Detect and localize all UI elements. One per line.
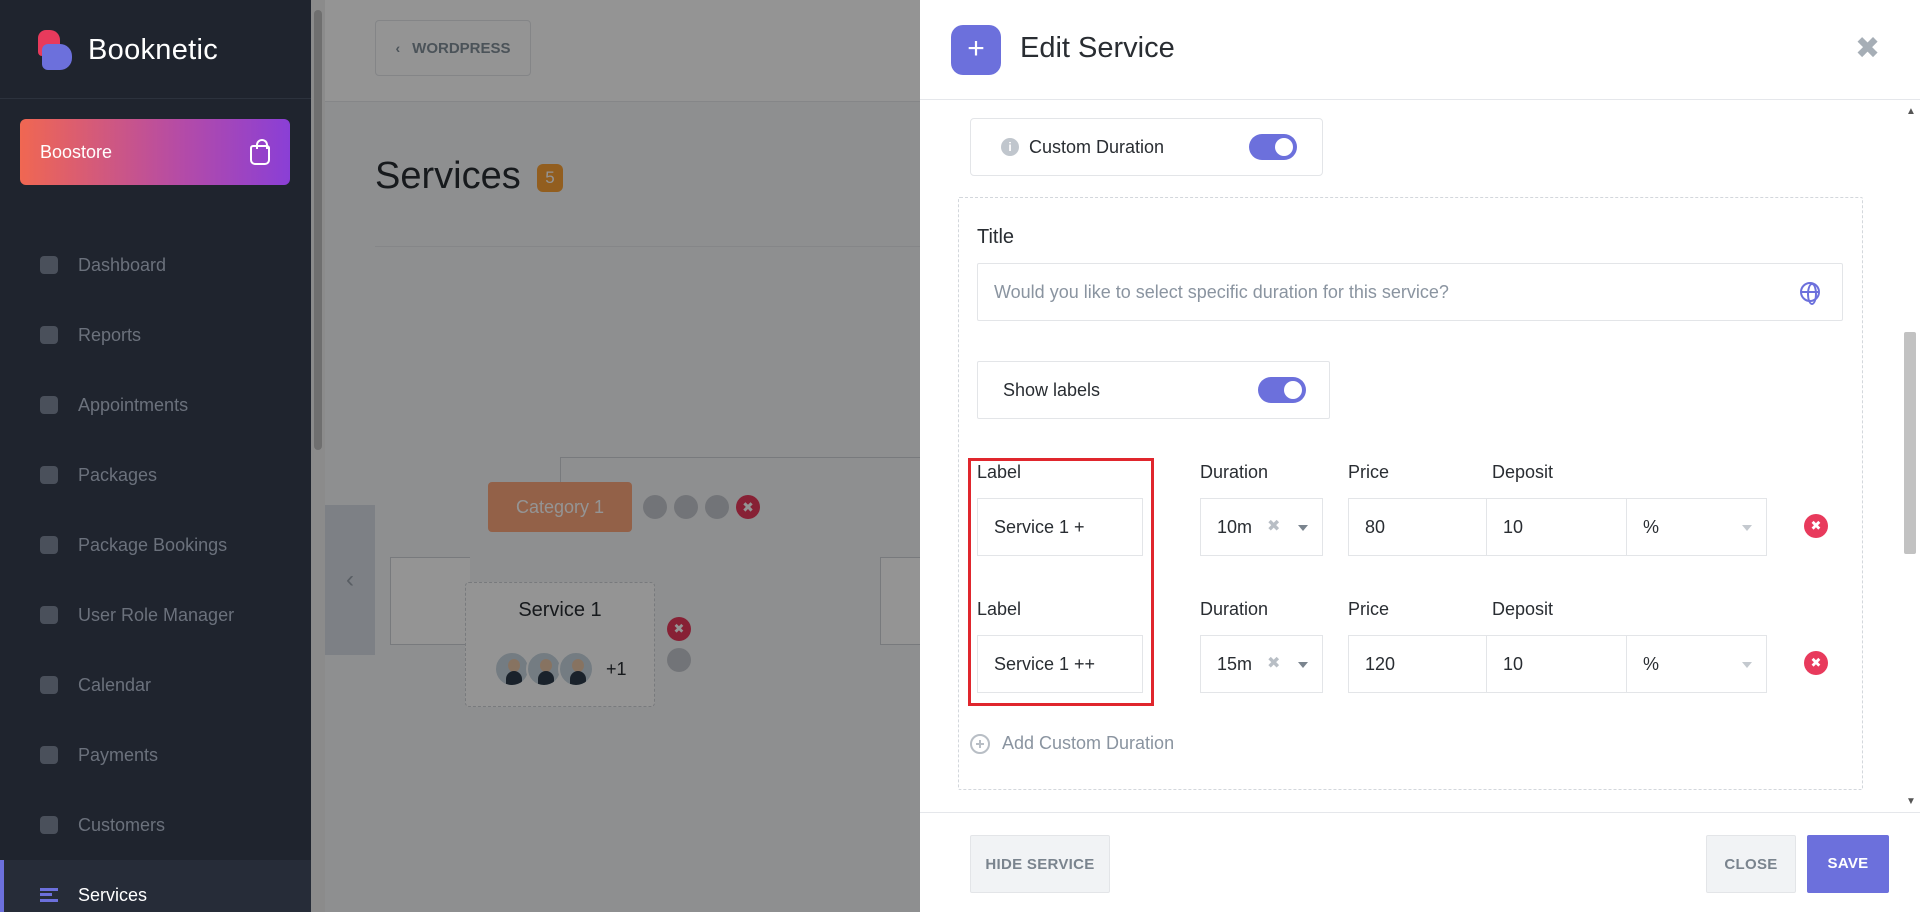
plus-icon: + [951, 25, 1001, 75]
remove-row-icon[interactable]: ✖ [1804, 514, 1828, 538]
hide-service-button[interactable]: HIDE SERVICE [970, 835, 1110, 893]
sidebar-item-package-bookings[interactable]: Package Bookings [0, 510, 311, 580]
chevron-down-icon [1298, 525, 1308, 531]
price-input[interactable]: 80 [1348, 498, 1487, 556]
boostore-label: Boostore [40, 141, 113, 162]
clear-icon[interactable]: ✖ [1267, 499, 1280, 555]
label-column-highlight [968, 458, 1154, 706]
add-custom-duration-label: Add Custom Duration [1002, 733, 1175, 753]
app-name: Booknetic [88, 33, 219, 66]
boostore-button[interactable]: Boostore [20, 119, 290, 185]
scroll-down-icon[interactable]: ▼ [1906, 796, 1916, 807]
close-icon[interactable]: ✖ [1855, 34, 1880, 64]
deposit-type-value: % [1643, 517, 1660, 537]
info-icon: i [1001, 138, 1019, 156]
chevron-down-icon [1742, 662, 1752, 668]
box-open-icon [40, 536, 58, 554]
boxes-icon [40, 466, 58, 484]
sidebar-item-label: Customers [78, 814, 166, 835]
logo[interactable]: Booknetic [38, 30, 218, 70]
cube-icon [40, 256, 58, 274]
deposit-type-select[interactable]: % [1626, 635, 1767, 693]
list-icon [40, 888, 58, 902]
sidebar-item-label: Services [78, 884, 148, 905]
modal-title: Edit Service [1020, 32, 1175, 64]
show-labels-toggle-box: Show labels [977, 361, 1330, 419]
price-input[interactable]: 120 [1348, 635, 1487, 693]
custom-duration-toggle[interactable] [1249, 134, 1297, 160]
save-button[interactable]: SAVE [1807, 835, 1889, 893]
chevron-down-icon [1742, 525, 1752, 531]
duration-select[interactable]: 10m ✖ [1200, 498, 1323, 556]
sidebar-item-user-role-manager[interactable]: User Role Manager [0, 580, 311, 650]
remove-row-icon[interactable]: ✖ [1804, 651, 1828, 675]
calendar-icon [40, 676, 58, 694]
title-input[interactable]: Would you like to select specific durati… [977, 263, 1843, 321]
sidebar-item-services[interactable]: Services [0, 860, 311, 912]
chevron-down-icon [1298, 662, 1308, 668]
duration-select[interactable]: 15m ✖ [1200, 635, 1323, 693]
duration-column-label: Duration [1200, 599, 1269, 619]
wallet-icon [40, 746, 58, 764]
sidebar-item-appointments[interactable]: Appointments [0, 370, 311, 440]
duration-value: 10m [1217, 517, 1253, 537]
deposit-type-value: % [1643, 654, 1660, 674]
plus-circle-icon [970, 733, 990, 754]
globe-icon[interactable] [1800, 282, 1820, 305]
sidebar-item-reports[interactable]: Reports [0, 300, 311, 370]
shopping-bag-icon [250, 139, 270, 165]
modal-footer: HIDE SERVICE CLOSE SAVE [920, 812, 1920, 912]
price-column-label: Price [1348, 462, 1390, 482]
edit-service-modal: + Edit Service ✖ i Custom Duration Title… [920, 0, 1920, 912]
deposit-type-select[interactable]: % [1626, 498, 1767, 556]
users-icon [40, 816, 58, 834]
scroll-up-icon[interactable]: ▲ [1906, 106, 1916, 117]
sidebar-item-label: Package Bookings [78, 534, 228, 555]
sidebar: Booknetic Boostore Dashboard Reports App… [0, 0, 311, 912]
modal-header: + Edit Service ✖ [920, 0, 1920, 100]
deposit-input[interactable]: 10 [1486, 635, 1627, 693]
sidebar-item-label: Appointments [78, 394, 189, 415]
show-labels-label: Show labels [1003, 380, 1101, 400]
sidebar-item-label: Reports [78, 324, 142, 345]
price-column-label: Price [1348, 599, 1390, 619]
add-custom-duration-button[interactable]: Add Custom Duration [970, 733, 1174, 754]
user-plus-icon [40, 606, 58, 624]
clock-icon [40, 396, 58, 414]
sidebar-item-customers[interactable]: Customers [0, 790, 311, 860]
sidebar-nav: Dashboard Reports Appointments Packages … [0, 230, 311, 912]
sidebar-item-label: User Role Manager [78, 604, 235, 625]
modal-scrollbar-thumb[interactable] [1904, 332, 1916, 554]
modal-backdrop[interactable] [311, 0, 920, 912]
sidebar-item-packages[interactable]: Packages [0, 440, 311, 510]
sidebar-item-label: Payments [78, 744, 159, 765]
sidebar-item-label: Dashboard [78, 254, 167, 275]
chart-icon [40, 326, 58, 344]
sidebar-item-payments[interactable]: Payments [0, 720, 311, 790]
booknetic-logo-icon [38, 30, 74, 70]
deposit-column-label: Deposit [1492, 599, 1554, 619]
custom-duration-toggle-box: i Custom Duration [970, 118, 1323, 176]
sidebar-item-label: Calendar [78, 674, 152, 695]
sidebar-divider [0, 98, 311, 99]
sidebar-item-calendar[interactable]: Calendar [0, 650, 311, 720]
duration-column-label: Duration [1200, 462, 1269, 482]
modal-body: i Custom Duration Title Would you like t… [920, 100, 1920, 812]
custom-duration-label: Custom Duration [1029, 136, 1165, 157]
title-field-label: Title [977, 226, 1015, 248]
sidebar-item-label: Packages [78, 464, 158, 485]
modal-scrollbar[interactable]: ▲ ▼ [1900, 100, 1920, 812]
deposit-column-label: Deposit [1492, 462, 1554, 482]
duration-value: 15m [1217, 654, 1253, 674]
clear-icon[interactable]: ✖ [1267, 636, 1280, 692]
deposit-input[interactable]: 10 [1486, 498, 1627, 556]
sidebar-item-dashboard[interactable]: Dashboard [0, 230, 311, 300]
show-labels-toggle[interactable] [1258, 377, 1306, 403]
close-button[interactable]: CLOSE [1706, 835, 1796, 893]
